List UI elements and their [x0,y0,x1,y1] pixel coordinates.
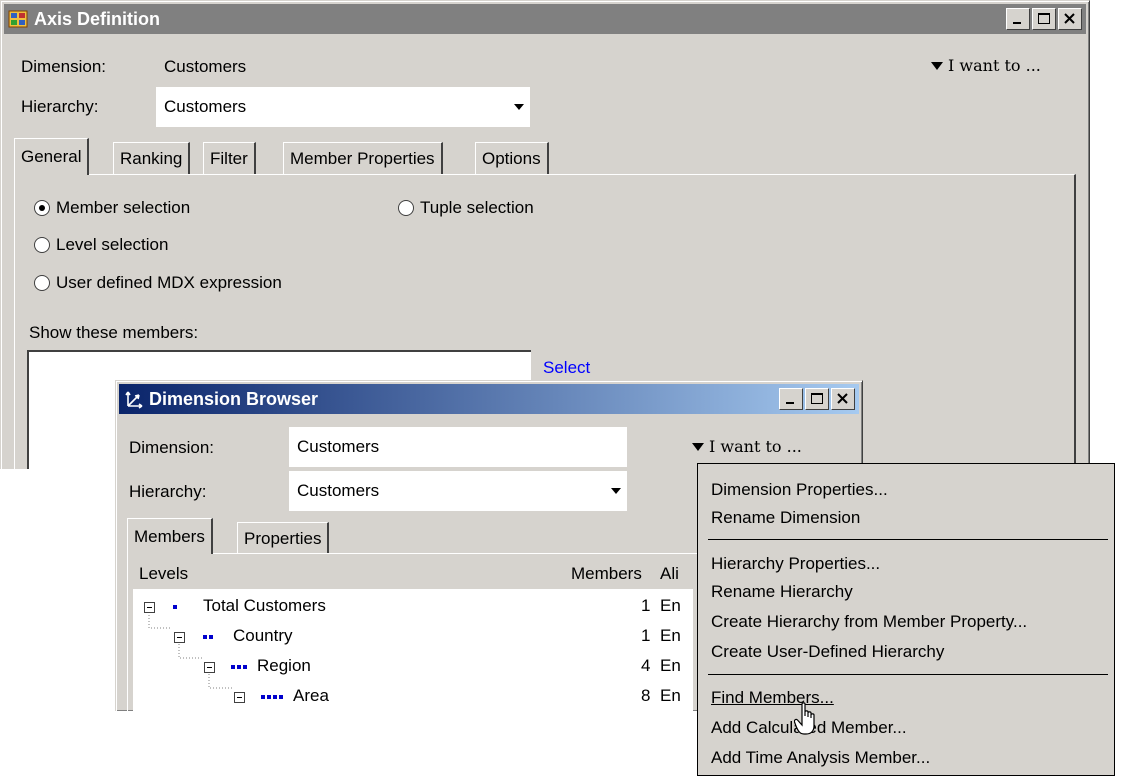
tab-member-properties-label: Member Properties [290,148,435,168]
level-alias: En [660,626,681,645]
select-link[interactable]: Select [543,358,590,378]
level-members: 1 [641,626,651,645]
table-row[interactable]: Country 1 En [133,624,693,652]
menu-separator [708,539,1108,540]
background [0,469,118,782]
triangle-down-icon [931,61,943,70]
level-members: 8 [641,686,651,705]
i-want-to-menu-button[interactable]: I want to ... [692,437,802,456]
user-defined-mdx-radio[interactable]: User defined MDX expression [34,273,282,293]
radio-unchecked-icon [34,237,50,253]
tab-ranking-label: Ranking [120,148,183,168]
level-name: Area [293,686,329,705]
tab-members-label: Members [134,526,205,546]
hand-pointer-cursor-icon [794,702,815,735]
i-want-to-label: I want to ... [709,437,802,456]
level-4-icon [261,695,283,699]
table-row[interactable]: Total Customers 1 En [133,594,693,622]
chevron-down-icon[interactable] [611,488,621,494]
app-icon [8,10,28,28]
column-header-members[interactable]: Members [571,564,642,584]
table-row[interactable]: Area 8 En [133,684,693,711]
menu-item-rename-dimension[interactable]: Rename Dimension [711,508,860,528]
dimension-value: Customers [297,437,380,456]
minimize-button[interactable] [1006,8,1030,30]
i-want-to-menu-button[interactable]: I want to ... [931,56,1041,75]
level-members: 1 [641,596,651,615]
member-selection-radio[interactable]: Member selection [34,198,190,218]
level-alias: En [660,656,681,675]
tab-properties-label: Properties [244,528,322,548]
level-selection-radio[interactable]: Level selection [34,235,168,255]
tab-properties[interactable]: Properties [237,522,330,554]
tab-members[interactable]: Members [127,518,213,554]
axis-definition-titlebar[interactable]: Axis Definition [4,4,1086,34]
maximize-button[interactable] [805,388,829,410]
level-3-icon [231,665,247,669]
radio-unchecked-icon [398,200,414,216]
tab-general[interactable]: General [14,138,90,175]
level-1-icon [173,605,177,609]
menu-item-hierarchy-properties[interactable]: Hierarchy Properties... [711,554,880,574]
level-members: 4 [641,656,651,675]
hierarchy-value: Customers [164,97,247,116]
minimize-button[interactable] [779,388,803,410]
hierarchy-dropdown[interactable]: Customers [289,471,627,511]
i-want-to-label: I want to ... [948,56,1041,75]
tab-general-label: General [21,147,82,166]
radio-unchecked-icon [34,275,50,291]
window-title: Axis Definition [34,8,161,29]
hierarchy-label: Hierarchy: [129,482,207,501]
table-row[interactable]: Region 4 En [133,654,693,682]
i-want-to-context-menu: Dimension Properties... Rename Dimension… [697,463,1115,776]
collapse-icon[interactable] [144,602,155,613]
level-name: Total Customers [203,596,326,615]
hierarchy-dropdown[interactable]: Customers [156,87,530,127]
maximize-button[interactable] [1032,8,1056,30]
chevron-down-icon[interactable] [514,104,524,110]
dimension-label: Dimension: [21,57,107,76]
hierarchy-value: Customers [297,481,380,500]
user-defined-mdx-label: User defined MDX expression [56,273,282,292]
member-selection-label: Member selection [56,198,191,217]
dimension-value: Customers [164,57,247,76]
tab-options-label: Options [482,148,541,168]
tab-member-properties[interactable]: Member Properties [283,142,443,174]
menu-separator [708,674,1108,675]
dimension-label: Dimension: [129,438,215,457]
close-button[interactable] [831,388,855,410]
collapse-icon[interactable] [204,662,215,673]
level-selection-label: Level selection [56,235,169,254]
tab-options[interactable]: Options [475,142,549,174]
menu-item-add-time-analysis-member[interactable]: Add Time Analysis Member... [711,748,930,768]
axis-arrows-icon [125,389,145,409]
menu-item-dimension-properties[interactable]: Dimension Properties... [711,480,888,500]
level-2-icon [203,635,213,639]
menu-item-create-hierarchy-from-member-property[interactable]: Create Hierarchy from Member Property... [711,612,1027,632]
collapse-icon[interactable] [234,692,245,703]
collapse-icon[interactable] [174,632,185,643]
level-alias: En [660,596,681,615]
tab-filter[interactable]: Filter [203,142,256,174]
close-button[interactable] [1058,8,1082,30]
tuple-selection-label: Tuple selection [420,198,534,217]
show-members-label: Show these members: [29,323,199,342]
column-header-levels[interactable]: Levels [139,564,188,584]
level-name: Region [257,656,311,675]
radio-checked-icon [34,200,50,216]
menu-item-rename-hierarchy[interactable]: Rename Hierarchy [711,582,853,602]
triangle-down-icon [692,442,704,451]
column-header-alias[interactable]: Ali [660,564,679,584]
window-title: Dimension Browser [149,388,319,409]
tuple-selection-radio[interactable]: Tuple selection [398,198,534,218]
dimension-browser-titlebar[interactable]: Dimension Browser [119,384,859,414]
levels-tree: Total Customers 1 En Country 1 En Region… [133,589,693,711]
level-alias: En [660,686,681,705]
dimension-field[interactable]: Customers [289,427,627,467]
hierarchy-label: Hierarchy: [21,97,99,116]
menu-item-create-user-defined-hierarchy[interactable]: Create User-Defined Hierarchy [711,642,944,662]
tab-ranking[interactable]: Ranking [113,142,191,174]
level-name: Country [233,626,293,645]
tab-filter-label: Filter [210,148,248,168]
